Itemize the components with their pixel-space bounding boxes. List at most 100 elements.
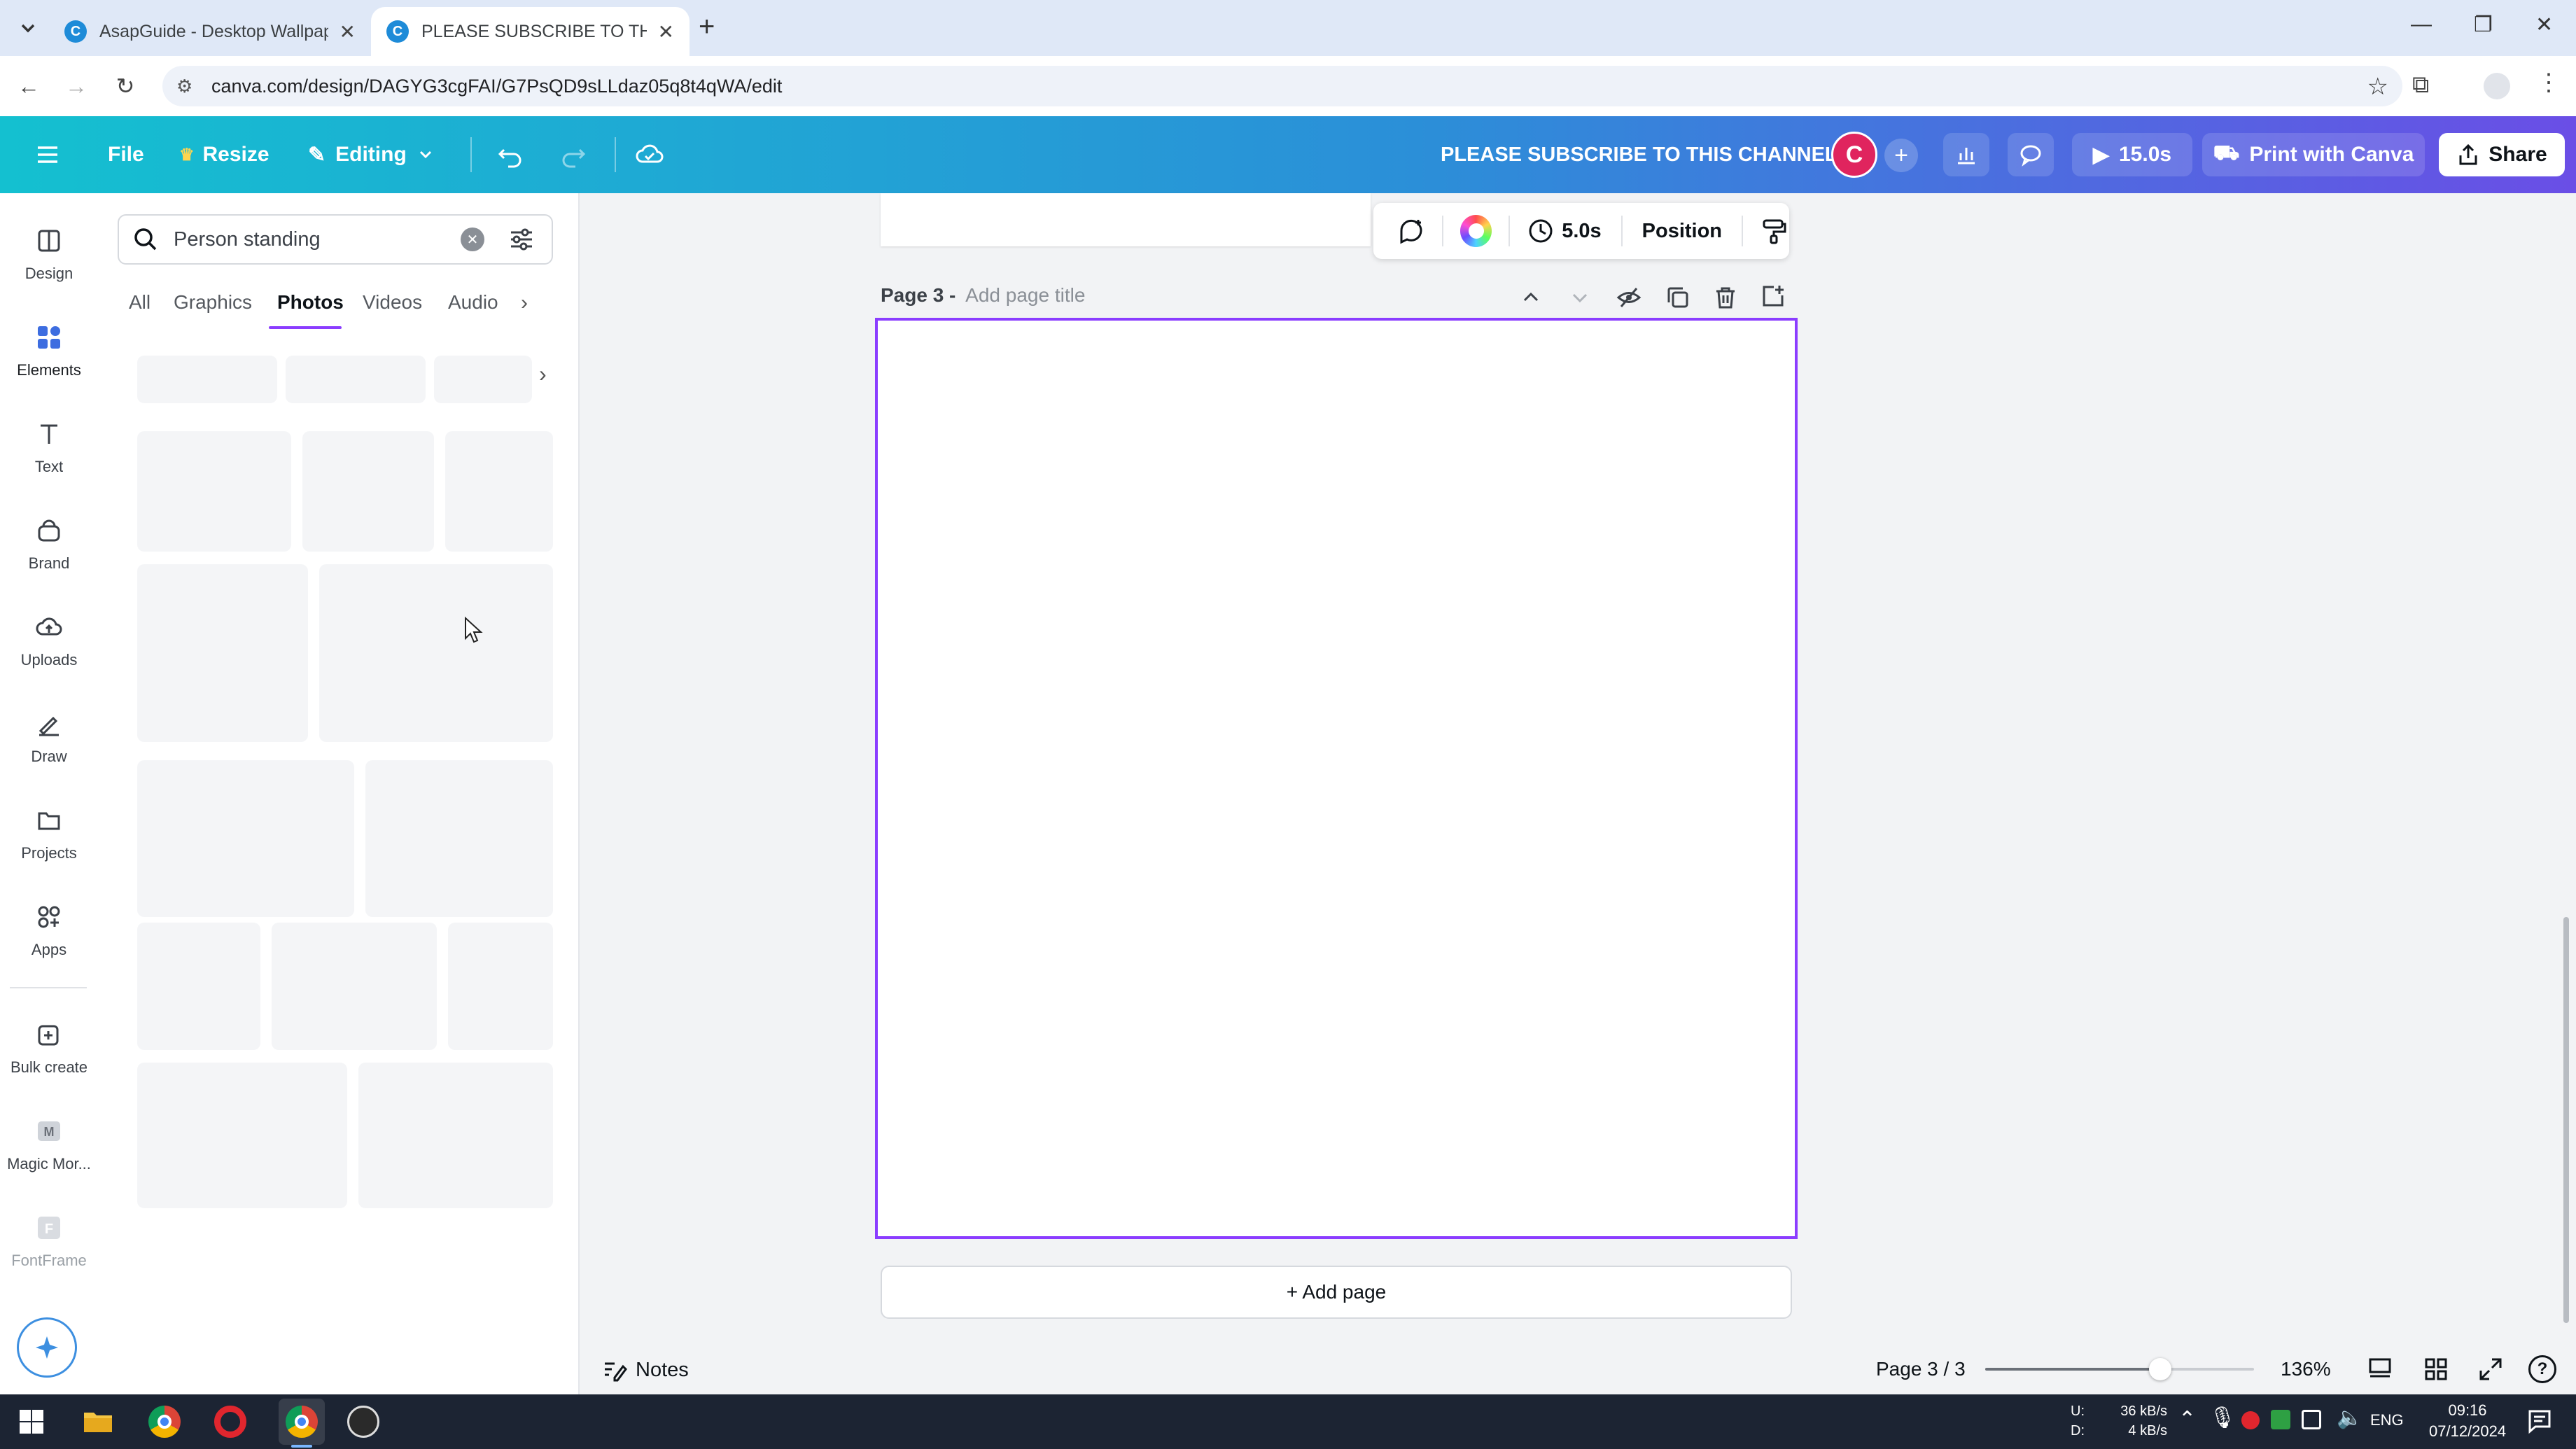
editing-mode-dropdown[interactable]: ✎ Editing <box>308 116 435 193</box>
add-page-button[interactable]: + Add page <box>881 1266 1792 1319</box>
duplicate-page-icon[interactable] <box>1665 284 1691 311</box>
rail-item-draw[interactable]: Draw <box>0 707 98 766</box>
previous-page[interactable] <box>881 193 1371 246</box>
rail-item-magic-morph[interactable]: M Magic Mor... <box>0 1114 98 1173</box>
duration-button[interactable]: 5.0s <box>1527 217 1602 245</box>
minimize-icon[interactable]: — <box>2411 13 2432 36</box>
rail-item-fontframe[interactable]: F FontFrame <box>0 1211 98 1270</box>
main-menu-icon[interactable] <box>34 116 62 193</box>
present-button[interactable]: ▶ 15.0s <box>2072 133 2192 176</box>
page-canvas[interactable] <box>875 318 1798 1239</box>
hide-page-icon[interactable] <box>1616 284 1642 311</box>
move-page-up-icon[interactable] <box>1519 286 1543 309</box>
comments-button[interactable] <box>2008 133 2054 176</box>
tray-app-icon[interactable] <box>2241 1411 2260 1429</box>
ai-comment-icon[interactable] <box>1396 216 1427 246</box>
tab-list-dropdown-icon[interactable] <box>15 15 41 41</box>
tab-audio[interactable]: Audio <box>448 291 498 314</box>
tab-all[interactable]: All <box>129 291 150 314</box>
tab-photos[interactable]: Photos <box>277 291 344 314</box>
opera-icon[interactable] <box>214 1406 246 1438</box>
position-button[interactable]: Position <box>1642 220 1722 243</box>
reload-icon[interactable]: ↻ <box>111 71 140 101</box>
page-title-input[interactable]: Add page title <box>965 284 1085 306</box>
add-page-after-icon[interactable] <box>1760 283 1786 309</box>
windows-start-icon[interactable] <box>18 1408 45 1435</box>
magic-assistant-icon[interactable] <box>17 1317 77 1378</box>
profile-icon[interactable] <box>2484 73 2510 99</box>
zoom-slider-thumb[interactable] <box>2148 1358 2171 1380</box>
loading-chip <box>286 356 426 403</box>
tab-videos[interactable]: Videos <box>363 291 422 314</box>
microphone-icon[interactable]: 🎙 <box>2209 1406 2236 1430</box>
forward-icon[interactable]: → <box>62 71 91 101</box>
pages-view-icon[interactable] <box>2366 1355 2394 1383</box>
resize-button[interactable]: ♛ Resize <box>179 116 270 193</box>
rail-item-projects[interactable]: Projects <box>0 804 98 862</box>
net-down-speed: 4 kB/s <box>2128 1423 2167 1438</box>
tray-app-green-icon[interactable] <box>2271 1410 2290 1429</box>
bookmark-star-icon[interactable]: ☆ <box>2367 73 2388 101</box>
chips-scroll-right-icon[interactable]: › <box>539 361 547 387</box>
paint-roller-icon[interactable] <box>1760 216 1789 246</box>
search-input[interactable]: Person standing <box>174 228 461 251</box>
language-indicator[interactable]: ENG <box>2370 1411 2404 1429</box>
share-button[interactable]: Share <box>2439 133 2565 176</box>
color-wheel-icon[interactable] <box>1460 215 1492 247</box>
site-info-icon[interactable]: ⚙ <box>176 76 192 97</box>
file-explorer-icon[interactable] <box>83 1407 113 1435</box>
restore-icon[interactable]: ❐ <box>2474 13 2493 37</box>
avatar[interactable]: C <box>1831 132 1877 178</box>
tabs-scroll-right-icon[interactable]: › <box>521 291 528 315</box>
rail-label: Text <box>34 458 64 475</box>
loading-tile <box>272 923 437 1050</box>
clock[interactable]: 09:16 07/12/2024 <box>2429 1400 2506 1442</box>
chrome-active-icon[interactable] <box>279 1399 325 1445</box>
zoom-level[interactable]: 136% <box>2281 1358 2331 1380</box>
insights-button[interactable] <box>1943 133 1989 176</box>
rail-item-bulk-create[interactable]: Bulk create <box>0 1018 98 1077</box>
tray-overflow-icon[interactable]: ⌃ <box>2178 1407 2196 1432</box>
print-with-canva-button[interactable]: ⛟ Print with Canva <box>2202 133 2425 176</box>
canvas-scrollbar[interactable] <box>2563 917 2569 1323</box>
delete-page-icon[interactable] <box>1712 284 1739 311</box>
address-bar[interactable]: ⚙ canva.com/design/DAGYG3cgFAI/G7PsQD9sL… <box>162 66 2402 106</box>
notes-button[interactable]: Notes <box>601 1357 689 1383</box>
rail-item-uploads[interactable]: Uploads <box>0 610 98 669</box>
design-title[interactable]: PLEASE SUBSCRIBE TO THIS CHANNEL <box>1441 116 1837 193</box>
rail-item-design[interactable]: Design <box>0 224 98 283</box>
chrome-icon[interactable] <box>148 1406 181 1438</box>
browser-tab-active[interactable]: C PLEASE SUBSCRIBE TO THIS CH ✕ <box>371 7 690 56</box>
move-page-down-icon[interactable] <box>1568 286 1592 309</box>
clear-search-icon[interactable]: ✕ <box>461 227 484 251</box>
zoom-slider-track[interactable] <box>1985 1358 2254 1380</box>
browser-menu-icon[interactable]: ⋮ <box>2537 69 2561 97</box>
file-menu[interactable]: File <box>108 116 144 193</box>
help-icon[interactable]: ? <box>2528 1355 2556 1383</box>
extensions-icon[interactable]: ⧉ <box>2412 71 2429 99</box>
notifications-icon[interactable] <box>2526 1407 2554 1435</box>
close-tab-icon[interactable]: ✕ <box>658 20 674 43</box>
browser-tab[interactable]: C AsapGuide - Desktop Wallpape ✕ <box>49 7 371 56</box>
rail-label: Draw <box>31 748 67 765</box>
back-icon[interactable]: ← <box>14 71 43 101</box>
close-tab-icon[interactable]: ✕ <box>340 20 356 43</box>
rail-item-elements[interactable]: Elements <box>0 321 98 379</box>
close-window-icon[interactable]: ✕ <box>2535 13 2553 37</box>
rail-item-text[interactable]: Text <box>0 417 98 476</box>
grid-view-icon[interactable] <box>2422 1355 2450 1383</box>
undo-icon[interactable] <box>496 116 525 193</box>
cloud-save-icon[interactable] <box>634 116 665 193</box>
redo-icon[interactable] <box>559 116 588 193</box>
rail-item-brand[interactable]: Brand <box>0 514 98 573</box>
obs-recorder-icon[interactable] <box>347 1406 379 1438</box>
page-indicator[interactable]: Page 3 / 3 <box>1876 1358 1966 1380</box>
search-field[interactable]: Person standing ✕ <box>118 214 553 265</box>
rail-item-apps[interactable]: Apps <box>0 900 98 959</box>
add-collaborator-icon[interactable]: + <box>1884 139 1918 172</box>
fullscreen-icon[interactable] <box>2477 1355 2505 1383</box>
speaker-icon[interactable]: 🔈 <box>2337 1406 2362 1430</box>
filter-icon[interactable] <box>507 225 536 254</box>
tab-graphics[interactable]: Graphics <box>174 291 252 314</box>
new-tab-icon[interactable]: + <box>699 11 715 43</box>
